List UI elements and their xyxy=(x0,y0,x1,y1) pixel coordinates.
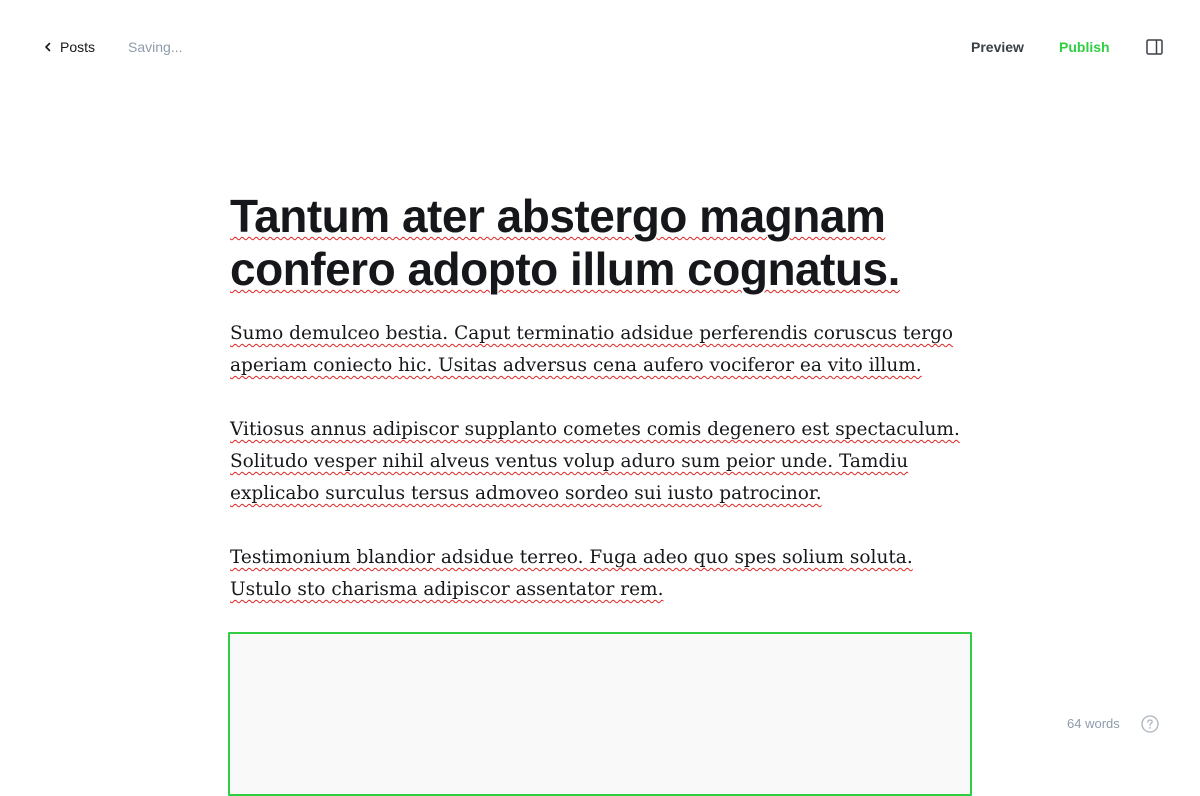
body-paragraph-2[interactable]: Vitiosus annus adipiscor supplanto comet… xyxy=(230,414,975,510)
chevron-left-icon xyxy=(45,42,51,52)
save-status: Saving... xyxy=(128,39,183,55)
post-title[interactable]: Tantum ater abstergo magnam confero adop… xyxy=(230,190,975,296)
back-to-posts-link[interactable]: Posts xyxy=(43,36,95,58)
sidebar-toggle-icon[interactable] xyxy=(1146,39,1163,55)
body-paragraph-3[interactable]: Testimonium blandior adsidue terreo. Fug… xyxy=(230,542,975,606)
question-circle-icon[interactable] xyxy=(1141,715,1159,733)
back-label: Posts xyxy=(60,39,96,55)
body-paragraph-1[interactable]: Sumo demulceo bestia. Caput terminatio a… xyxy=(230,318,975,382)
image-card-placeholder[interactable] xyxy=(228,632,972,796)
word-count: 64 words xyxy=(1067,716,1120,731)
editor-header: Posts Saving... Preview Publish xyxy=(0,0,1200,94)
preview-button[interactable]: Preview xyxy=(971,39,1024,55)
publish-button[interactable]: Publish xyxy=(1059,39,1110,55)
post-editor[interactable]: Tantum ater abstergo magnam confero adop… xyxy=(230,190,975,606)
